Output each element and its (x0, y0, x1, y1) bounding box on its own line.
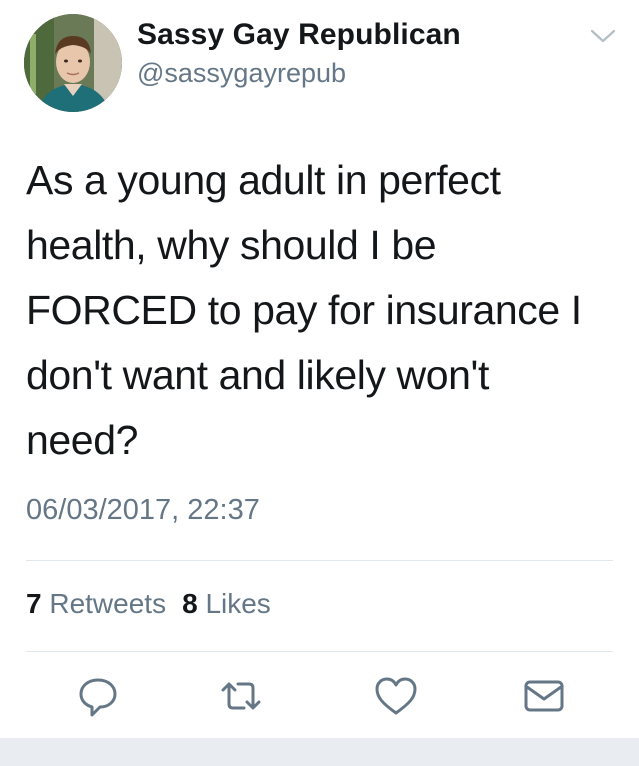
likes-stat[interactable]: 8 Likes (182, 588, 271, 619)
divider (26, 651, 613, 652)
retweets-count: 7 (26, 588, 42, 619)
tweet-text-line: As a young adult in perfect (26, 157, 501, 203)
chevron-down-icon[interactable] (589, 26, 617, 46)
avatar[interactable] (24, 14, 122, 112)
tweet-text-line: FORCED to pay for insurance I (26, 287, 582, 333)
display-name[interactable]: Sassy Gay Republican (137, 18, 461, 52)
engagement-stats: 7 Retweets 8 Likes (26, 588, 271, 620)
retweets-label: Retweets (49, 588, 167, 619)
likes-count: 8 (182, 588, 198, 619)
like-icon[interactable] (372, 672, 420, 720)
tweet-text-line: need? (26, 417, 139, 463)
likes-label: Likes (205, 588, 271, 619)
tweet-text-line: health, why should I be (26, 222, 437, 268)
divider (26, 560, 613, 561)
retweet-icon[interactable] (217, 672, 265, 720)
tweet-text: As a young adult in perfect health, why … (26, 148, 616, 473)
profile-photo-icon (24, 14, 122, 112)
message-icon[interactable] (520, 672, 568, 720)
tweet-card: Sassy Gay Republican @sassygayrepub As a… (0, 0, 639, 738)
tweet-timestamp: 06/03/2017, 22:37 (26, 494, 260, 526)
retweets-stat[interactable]: 7 Retweets (26, 588, 166, 619)
reply-icon[interactable] (74, 672, 122, 720)
user-handle[interactable]: @sassygayrepub (137, 58, 346, 89)
tweet-text-line: don't want and likely won't (26, 352, 489, 398)
footer-background (0, 738, 639, 766)
